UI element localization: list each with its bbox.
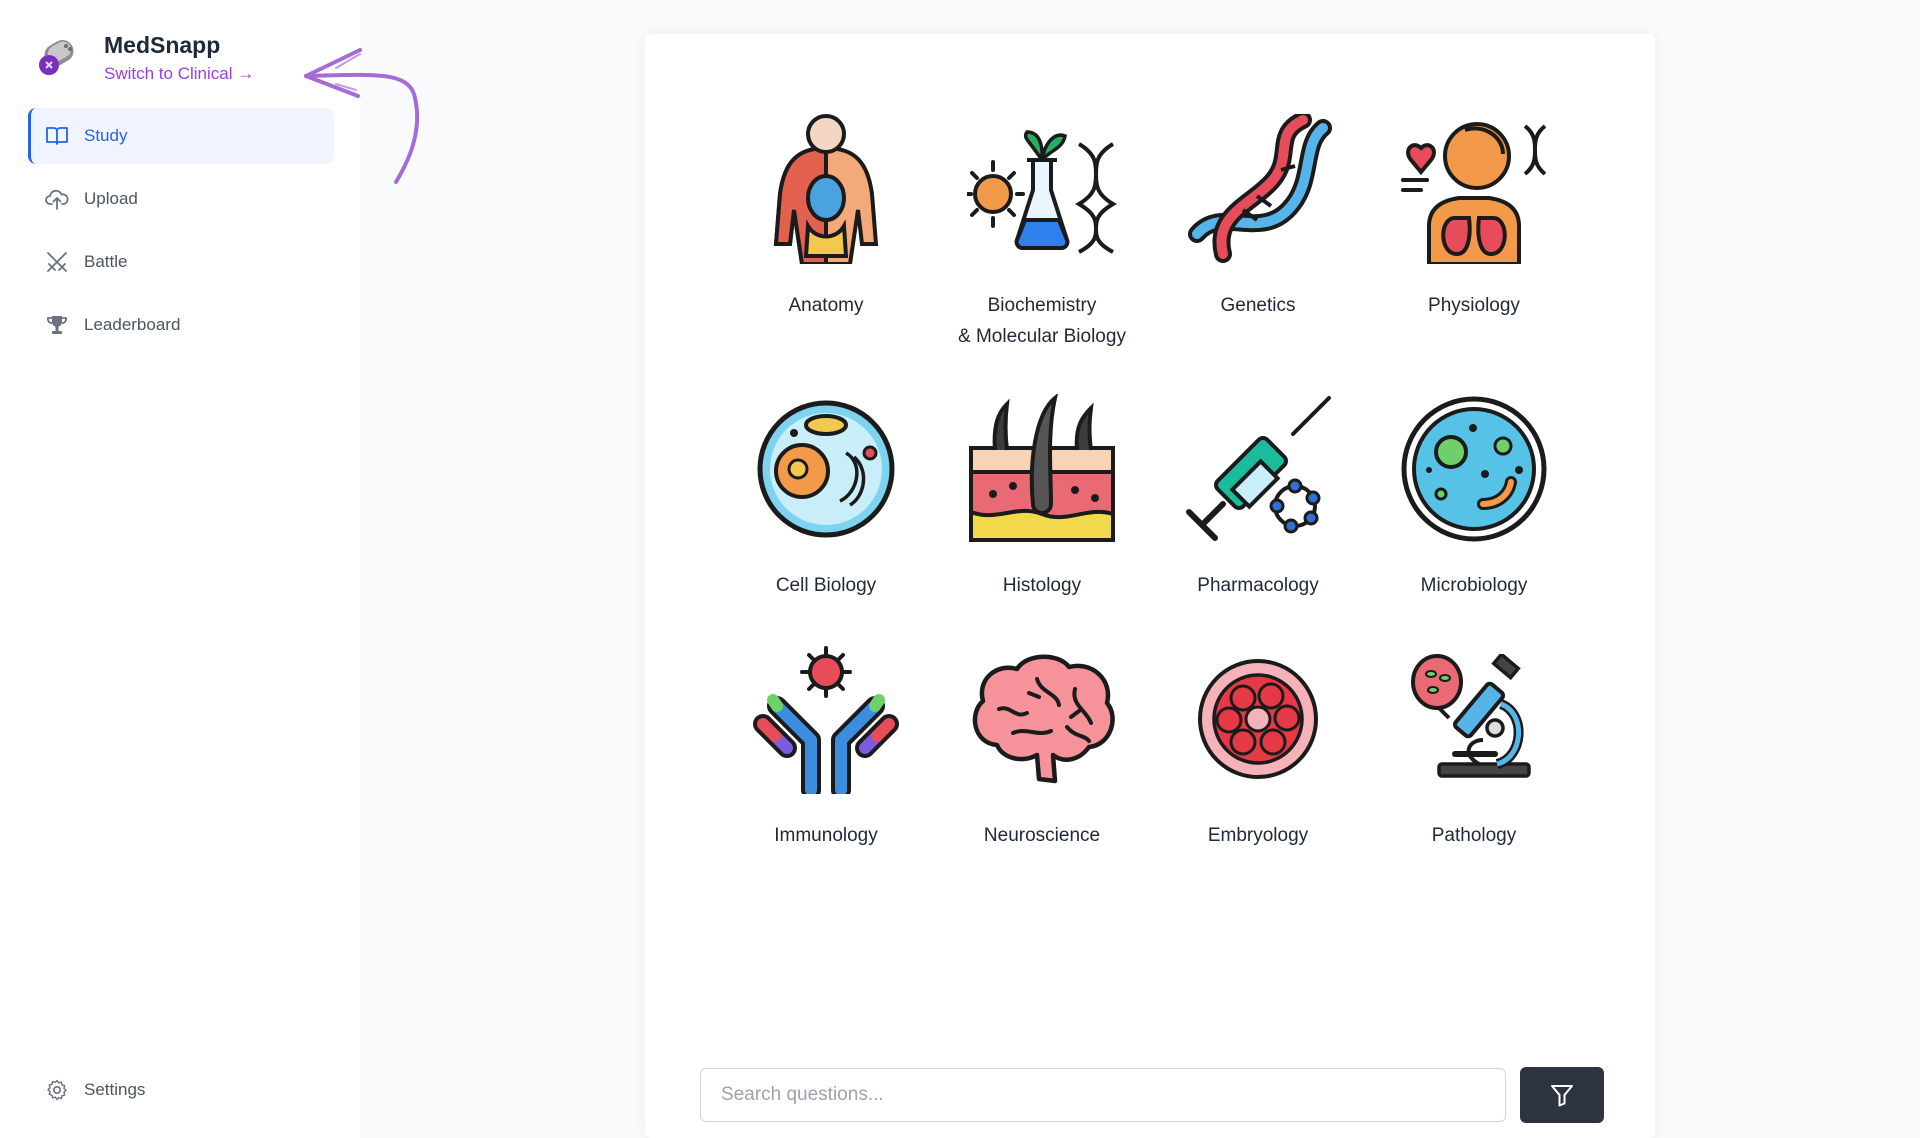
app-root: MedSnapp Switch to Clinical → Study Uplo… [0,0,1920,1138]
brain-icon [967,644,1117,794]
cell-icon [751,394,901,544]
cloud-upload-icon [44,186,70,212]
sidebar-item-study[interactable]: Study [28,108,334,164]
syringe-icon [1183,394,1333,544]
category-label: Embryology [1207,825,1309,846]
sidebar-item-label: Settings [84,1080,146,1099]
gear-icon [44,1077,70,1103]
dna-icon [1183,114,1333,264]
category-cell-biology[interactable]: Cell Biology [718,394,934,601]
sidebar-item-label: Leaderboard [84,315,181,334]
medsnapp-logo-icon [39,40,74,75]
category-biochemistry[interactable]: Biochemistry & Molecular Biology [934,114,1150,352]
filter-button[interactable] [1520,1067,1604,1123]
category-embryology[interactable]: Embryology [1150,644,1366,851]
book-open-icon [44,123,70,149]
subject-grid: Anatomy Biochemistry & Molecular Biology [645,34,1655,914]
subject-panel: Anatomy Biochemistry & Molecular Biology [645,34,1655,1138]
switch-to-clinical-link[interactable]: Switch to Clinical → [104,64,254,84]
search-input[interactable] [700,1068,1506,1122]
category-label: Anatomy [788,295,864,316]
sidebar-item-label: Battle [84,252,128,271]
anatomy-icon [751,114,901,264]
category-label: Genetics [1220,295,1296,316]
category-label: Microbiology [1420,575,1528,596]
sidebar: MedSnapp Switch to Clinical → Study Uplo… [0,0,420,1138]
embryo-icon [1183,644,1333,794]
category-immunology[interactable]: Immunology [718,644,934,851]
category-pharmacology[interactable]: Pharmacology [1150,394,1366,601]
category-pathology[interactable]: Pathology [1366,644,1582,851]
sidebar-item-battle[interactable]: Battle [28,234,334,290]
physiology-icon [1399,114,1549,264]
category-label: Neuroscience [983,825,1101,846]
category-label: Histology [1002,575,1082,596]
app-title: MedSnapp [104,32,221,58]
skin-tissue-icon [967,394,1117,544]
category-physiology[interactable]: Physiology [1366,114,1582,321]
category-histology[interactable]: Histology [934,394,1150,601]
category-genetics[interactable]: Genetics [1150,114,1366,321]
crossed-swords-icon [44,249,70,275]
category-label: Pathology [1431,825,1517,846]
category-label: Physiology [1428,295,1520,316]
sidebar-item-upload[interactable]: Upload [28,171,334,227]
sidebar-item-leaderboard[interactable]: Leaderboard [28,297,334,353]
filter-icon [1551,1085,1573,1107]
category-label: Cell Biology [775,575,877,596]
category-microbiology[interactable]: Microbiology [1366,394,1582,601]
biochemistry-flask-icon [967,114,1117,264]
sidebar-item-settings[interactable]: Settings [28,1062,334,1118]
microscope-icon [1399,644,1549,794]
sidebar-item-label: Upload [84,189,138,208]
category-anatomy[interactable]: Anatomy [718,114,934,321]
trophy-icon [44,312,70,338]
category-label: Immunology [774,825,878,846]
petri-dish-icon [1399,394,1549,544]
sidebar-item-label: Study [84,126,128,145]
category-label: Biochemistry & Molecular Biology [958,295,1126,347]
category-neuroscience[interactable]: Neuroscience [934,644,1150,851]
antibody-icon [751,644,901,794]
category-label: Pharmacology [1197,575,1319,596]
